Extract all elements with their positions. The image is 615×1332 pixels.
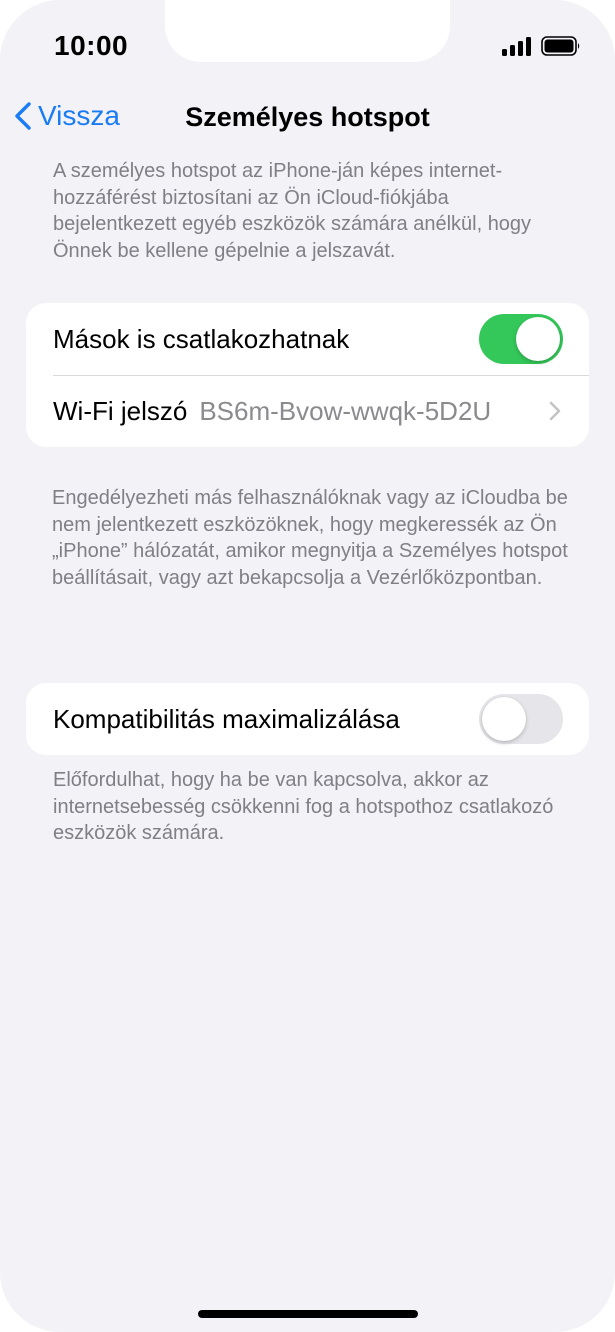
page-title: Személyes hotspot	[185, 102, 430, 132]
compatibility-group: Kompatibilitás maximalizálása	[26, 683, 589, 755]
chevron-right-icon	[549, 401, 561, 421]
wifi-password-value: BS6m-Bvow-wwqk-5D2U	[199, 395, 492, 426]
allow-others-label: Mások is csatlakozhatnak	[53, 323, 350, 354]
toggle-knob	[516, 317, 560, 361]
maximize-compatibility-toggle[interactable]	[479, 694, 563, 744]
phone-screen: 10:00 Vissza Személyes hotspot A személy…	[0, 0, 615, 1332]
cellular-signal-icon	[502, 36, 531, 56]
maximize-compatibility-row: Kompatibilitás maximalizálása	[26, 683, 589, 755]
maximize-compatibility-label: Kompatibilitás maximalizálása	[53, 703, 400, 734]
notch	[165, 0, 450, 62]
intro-description: A személyes hotspot az iPhone-ján képes …	[53, 160, 532, 262]
allow-others-row: Mások is csatlakozhatnak	[26, 303, 589, 375]
allow-others-footer: Engedélyezheti más felhasználóknak vagy …	[52, 487, 568, 589]
wifi-password-row[interactable]: Wi-Fi jelszó BS6m-Bvow-wwqk-5D2U	[26, 375, 589, 447]
hotspot-settings-group: Mások is csatlakozhatnak Wi-Fi jelszó BS…	[26, 303, 589, 447]
compatibility-footer: Előfordulhat, hogy ha be van kapcsolva, …	[53, 769, 554, 844]
toggle-knob	[482, 697, 526, 741]
home-indicator[interactable]	[198, 1310, 418, 1318]
wifi-password-label: Wi-Fi jelszó	[53, 395, 188, 426]
allow-others-toggle[interactable]	[479, 314, 563, 364]
status-icons	[502, 36, 581, 56]
battery-icon	[541, 36, 580, 56]
status-time: 10:00	[54, 30, 129, 61]
